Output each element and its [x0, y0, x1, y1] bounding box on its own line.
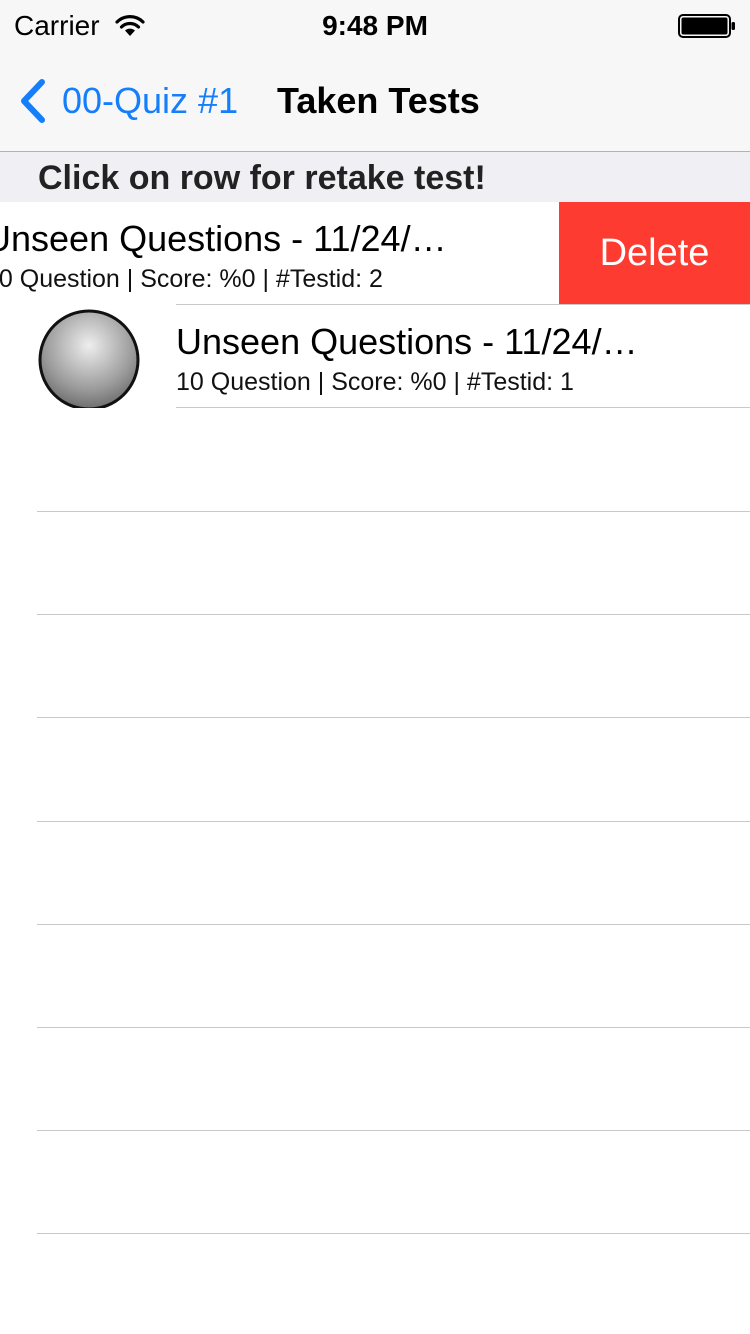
row-title: Unseen Questions - 11/24/…	[176, 321, 638, 362]
row-content[interactable]: Unseen Questions - 11/24/… 10 Question |…	[0, 305, 750, 408]
empty-row-separator	[37, 1027, 750, 1028]
status-bar: Carrier 9:48 PM	[0, 0, 750, 50]
instruction-text: Click on row for retake test!	[38, 159, 486, 197]
back-button[interactable]: 00-Quiz #1	[16, 78, 238, 124]
empty-row-separator	[37, 511, 750, 512]
taken-tests-table[interactable]: Delete Unseen Questions - 11/24/… 10 Que…	[0, 202, 750, 1334]
empty-row-separator	[37, 1233, 750, 1234]
navigation-bar: 00-Quiz #1 Taken Tests	[0, 50, 750, 152]
empty-row-separator	[37, 614, 750, 615]
chevron-left-icon	[21, 79, 45, 123]
instruction-header: Click on row for retake test!	[0, 152, 750, 202]
table-row[interactable]: Unseen Questions - 11/24/… 10 Question |…	[0, 305, 750, 408]
row-subtitle: 10 Question | Score: %0 | #Testid: 2	[0, 265, 383, 293]
row-title: Unseen Questions - 11/24/…	[0, 218, 447, 259]
empty-row-separator	[37, 1130, 750, 1131]
row-content[interactable]: Unseen Questions - 11/24/… 10 Question |…	[0, 202, 559, 305]
empty-row-separator	[37, 821, 750, 822]
row-subtitle: 10 Question | Score: %0 | #Testid: 1	[176, 368, 574, 396]
empty-row-separator	[37, 924, 750, 925]
page-title: Taken Tests	[277, 80, 480, 121]
status-time: 9:48 PM	[322, 10, 428, 41]
delete-button[interactable]: Delete	[559, 202, 750, 305]
empty-row-separator	[37, 717, 750, 718]
row-separator	[176, 407, 750, 408]
back-button-label: 00-Quiz #1	[62, 80, 239, 121]
battery-icon	[678, 14, 735, 38]
gray-orb-icon	[38, 309, 140, 408]
table-row[interactable]: Delete Unseen Questions - 11/24/… 10 Que…	[0, 202, 750, 305]
